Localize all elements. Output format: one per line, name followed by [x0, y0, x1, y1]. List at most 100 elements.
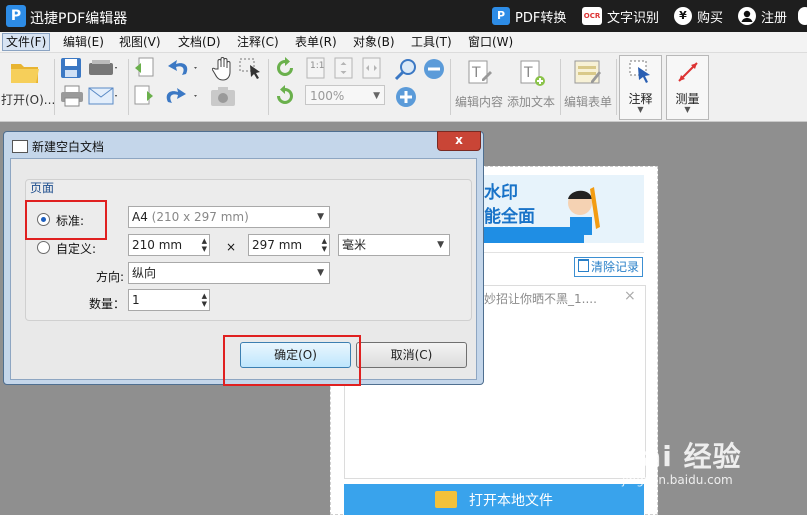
title-bar: P 迅捷PDF编辑器 P PDF转换 OCR 文字识别 ¥ 购买 注册	[0, 0, 807, 32]
rotate-cw-button[interactable]	[274, 57, 296, 81]
menu-file[interactable]: 文件(F)	[2, 33, 51, 51]
ruler-icon	[678, 62, 698, 82]
banner-line-2: 能全面	[484, 207, 535, 227]
group-title: 页面	[30, 181, 55, 195]
buy-button[interactable]: ¥ 购买	[674, 5, 723, 27]
mail-icon	[88, 87, 117, 105]
zoom-select[interactable]: 100% ▼	[305, 85, 385, 105]
remove-recent-button[interactable]: ×	[624, 288, 636, 304]
separator	[268, 59, 269, 115]
user-icon	[738, 7, 756, 25]
highlight-box-ok	[223, 335, 361, 386]
menu-form[interactable]: 表单(R)	[292, 34, 340, 50]
banner-line-1: 水印	[484, 183, 518, 203]
menu-window[interactable]: 窗口(W)	[465, 34, 516, 50]
custom-radio[interactable]	[37, 241, 50, 254]
scanner-icon	[89, 60, 117, 75]
more-icon[interactable]	[798, 7, 807, 25]
svg-text:T: T	[471, 65, 481, 81]
actual-size-label: 1:1	[310, 61, 325, 71]
email-button[interactable]	[88, 85, 124, 109]
recent-file-item[interactable]: 妙招让你晒不黑_1....	[484, 290, 597, 307]
rotate-ccw-button[interactable]	[274, 85, 296, 109]
spin-down-icon[interactable]: ▼	[322, 245, 327, 253]
zoom-in-select-button[interactable]	[394, 57, 418, 81]
hand-tool-button[interactable]	[211, 57, 236, 81]
edit-form-label: 编辑表单	[564, 95, 613, 109]
app-title: 迅捷PDF编辑器	[30, 11, 128, 27]
standard-size-select[interactable]: A4 (210 x 297 mm) ▼	[128, 206, 330, 228]
pdf-convert-button[interactable]: P PDF转换	[492, 5, 566, 27]
save-icon	[61, 58, 81, 78]
watermark-url: jingyan.baidu.com	[622, 473, 733, 487]
pdf-convert-icon: P	[492, 7, 510, 25]
orientation-select[interactable]: 纵向 ▼	[128, 262, 330, 284]
spin-down-icon[interactable]: ▼	[202, 300, 207, 308]
zoom-in-icon	[396, 87, 416, 107]
separator	[128, 59, 129, 115]
mascot-icon	[568, 187, 600, 235]
prev-page-button[interactable]	[134, 57, 156, 81]
snapshot-button[interactable]	[210, 85, 236, 109]
separator	[450, 59, 451, 115]
clear-history-button[interactable]: 清除记录	[574, 257, 644, 277]
spin-down-icon[interactable]: ▼	[202, 245, 207, 253]
close-button[interactable]: x	[437, 131, 481, 151]
edit-content-button[interactable]: T 编辑内容	[454, 57, 506, 113]
standard-size-value: A4	[132, 210, 148, 224]
redo-button[interactable]	[164, 85, 202, 109]
count-input[interactable]: 1 ▲ ▼	[128, 289, 210, 311]
cancel-button[interactable]: 取消(C)	[356, 342, 467, 368]
rotate-clockwise-icon	[277, 57, 293, 76]
hand-icon	[211, 57, 231, 81]
unit-value: 毫米	[342, 238, 367, 252]
ocr-label: 文字识别	[607, 10, 660, 26]
edit-form-button[interactable]: 编辑表单	[562, 57, 614, 113]
spin-up-icon[interactable]: ▲	[202, 237, 207, 245]
folder-icon	[435, 491, 457, 508]
actual-size-button[interactable]: 1:1	[306, 57, 328, 81]
open-button[interactable]: 打开(O)...	[1, 57, 55, 117]
annotate-button[interactable]: 注释 ▼	[619, 55, 662, 120]
spin-up-icon[interactable]: ▲	[202, 292, 207, 300]
menu-bar: 文件(F) 编辑(E) 视图(V) 文档(D) 注释(C) 表单(R) 对象(B…	[0, 32, 807, 53]
annotate-icon	[629, 60, 650, 83]
zoom-magnifier-icon	[394, 59, 416, 81]
open-local-file-button[interactable]: 打开本地文件	[344, 484, 644, 515]
redo-icon	[166, 88, 197, 103]
fit-width-button[interactable]	[362, 57, 384, 81]
menu-view[interactable]: 视图(V)	[116, 34, 164, 50]
next-page-button[interactable]	[134, 85, 156, 109]
menu-tools[interactable]: 工具(T)	[408, 34, 455, 50]
menu-object[interactable]: 对象(B)	[350, 34, 398, 50]
menu-edit[interactable]: 编辑(E)	[60, 34, 107, 50]
pdf-convert-label: PDF转换	[515, 10, 567, 26]
save-button[interactable]	[60, 57, 84, 81]
zoom-in-button[interactable]	[394, 85, 418, 109]
unit-select[interactable]: 毫米 ▼	[338, 234, 450, 256]
separator	[560, 59, 561, 115]
fit-page-button[interactable]	[334, 57, 356, 81]
ocr-button[interactable]: OCR 文字识别	[582, 5, 659, 27]
zoom-out-button[interactable]	[422, 57, 446, 81]
zoom-out-icon	[424, 59, 444, 79]
standard-size-dims: (210 x 297 mm)	[151, 210, 249, 224]
count-label: 数量：	[89, 297, 126, 311]
print-button[interactable]	[60, 85, 84, 109]
menu-annotation[interactable]: 注释(C)	[234, 34, 282, 50]
height-input[interactable]: 297 mm ▲ ▼	[248, 234, 330, 256]
select-tool-button[interactable]	[238, 57, 266, 81]
width-input[interactable]: 210 mm ▲ ▼	[128, 234, 210, 256]
scan-button[interactable]	[88, 57, 124, 81]
spin-up-icon[interactable]: ▲	[322, 237, 327, 245]
camera-icon	[211, 87, 235, 106]
page-forward-icon	[134, 85, 153, 105]
clear-history-label: 清除记录	[591, 260, 640, 274]
undo-button[interactable]	[164, 57, 202, 81]
add-text-button[interactable]: T 添加文本	[506, 57, 558, 113]
measure-button[interactable]: 测量 ▼	[666, 55, 709, 120]
chevron-down-icon: ▼	[637, 105, 644, 114]
menu-document[interactable]: 文档(D)	[175, 34, 224, 50]
ad-banner[interactable]: 水印 能全面	[484, 175, 644, 243]
register-button[interactable]: 注册	[738, 5, 787, 27]
